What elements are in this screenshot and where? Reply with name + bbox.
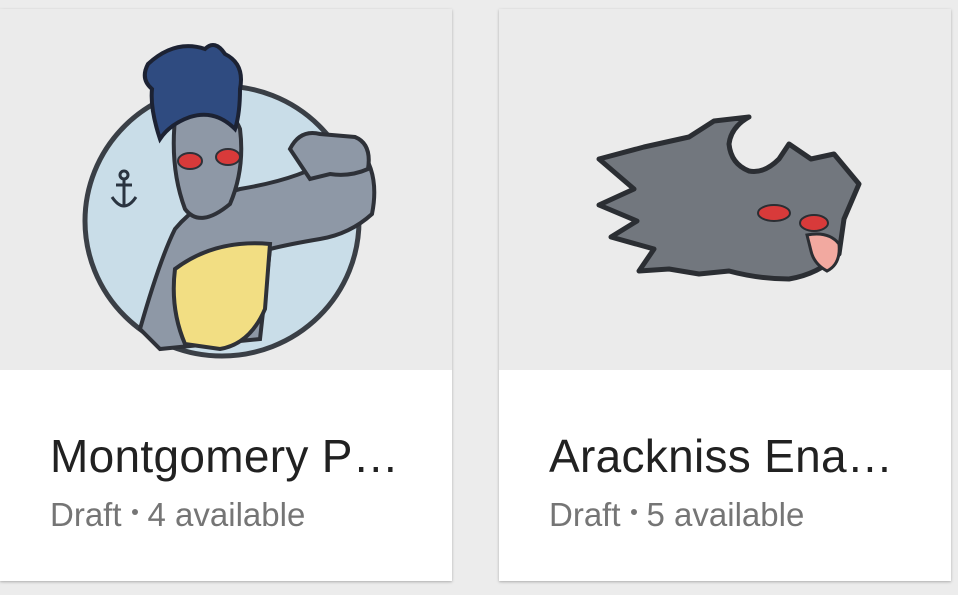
- product-info: Arackniss Ena… Draft 5 available: [499, 370, 951, 581]
- product-meta: Draft 4 available: [50, 495, 305, 535]
- product-title: Arackniss Ena…: [549, 430, 894, 482]
- product-info: Montgomery P… Draft 4 available: [0, 370, 452, 581]
- separator-dot: [630, 509, 637, 516]
- pin-image-montgomery: [0, 9, 452, 370]
- product-title: Montgomery P…: [50, 430, 400, 482]
- product-meta: Draft 5 available: [549, 495, 804, 535]
- product-grid: Montgomery P… Draft 4 available Arackniss…: [0, 0, 958, 595]
- product-card[interactable]: Montgomery P… Draft 4 available: [0, 9, 452, 581]
- product-card[interactable]: Arackniss Ena… Draft 5 available: [499, 9, 951, 581]
- product-availability: 5 available: [646, 496, 805, 533]
- pin-image-arackniss: [499, 9, 951, 370]
- separator-dot: [131, 509, 138, 516]
- product-status: Draft: [549, 496, 621, 533]
- product-availability: 4 available: [147, 496, 306, 533]
- product-image: [0, 9, 452, 370]
- product-image: [499, 9, 951, 370]
- product-status: Draft: [50, 496, 122, 533]
